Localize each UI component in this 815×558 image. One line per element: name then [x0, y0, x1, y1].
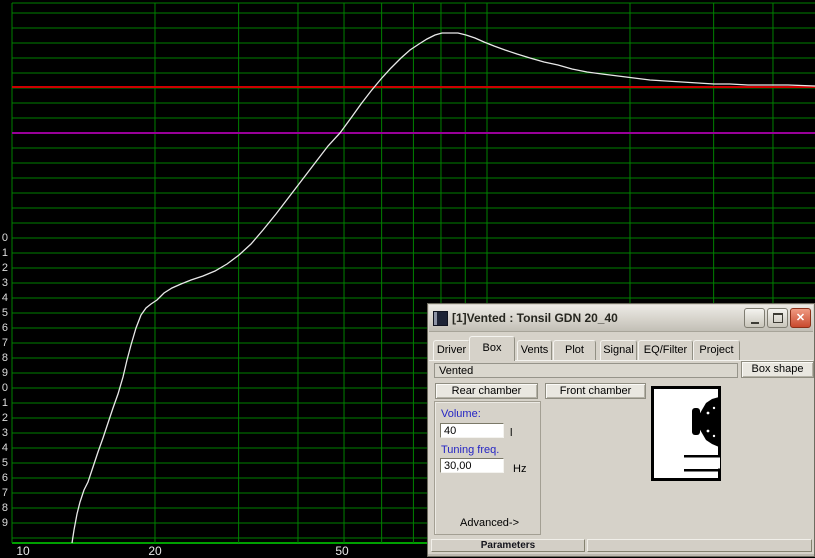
maximize-icon [772, 313, 783, 323]
y-tick-label-clipped: 1 [1, 247, 8, 259]
maximize-button[interactable] [767, 308, 788, 328]
y-tick-label-clipped: 5 [1, 457, 8, 469]
y-tick-label-clipped: 0 [1, 382, 8, 394]
y-tick-label-clipped: 4 [1, 442, 8, 454]
tuning-freq-unit: Hz [513, 463, 527, 475]
tab-driver[interactable]: Driver [433, 340, 470, 360]
x-tick-label-10: 10 [16, 544, 30, 558]
y-tick-label-clipped: 9 [1, 517, 8, 529]
close-icon: ✕ [795, 311, 806, 324]
tuning-freq-input[interactable]: 30,00 [440, 458, 504, 473]
y-tick-label-clipped: 7 [1, 487, 8, 499]
y-tick-label-clipped: 6 [1, 472, 8, 484]
rear-chamber-button[interactable]: Rear chamber [435, 383, 538, 399]
tab-project[interactable]: Project [693, 340, 740, 360]
tab-vents[interactable]: Vents [517, 340, 552, 360]
x-tick-label-50: 50 [335, 544, 349, 558]
volume-label: Volume: [441, 408, 481, 420]
y-tick-label-clipped: 5 [1, 307, 8, 319]
tuning-freq-label: Tuning freq. [441, 444, 500, 456]
volume-input[interactable]: 40 [440, 423, 504, 438]
volume-unit: l [510, 427, 513, 439]
y-tick-label-clipped: 8 [1, 502, 8, 514]
tab-plot[interactable]: Plot [553, 340, 596, 360]
dialog-bottom-edge [428, 554, 814, 556]
dialog-tabbar: Driver Box Vents Plot Signal EQ/Filter P… [429, 335, 813, 361]
y-tick-label-clipped: 4 [1, 292, 8, 304]
y-tick-label-clipped: 2 [1, 262, 8, 274]
dialog-title: [1]Vented : Tonsil GDN 20_40 [452, 311, 618, 325]
vented-box-dialog-window: [1]Vented : Tonsil GDN 20_40 ✕ Driver Bo… [427, 303, 815, 557]
y-tick-label-clipped: 7 [1, 337, 8, 349]
status-panel-secondary [587, 539, 812, 552]
x-tick-label-20: 20 [148, 544, 162, 558]
minimize-icon [750, 321, 759, 324]
tab-eq-filter[interactable]: EQ/Filter [638, 340, 693, 360]
y-tick-label-clipped: 1 [1, 397, 8, 409]
advanced-link[interactable]: Advanced-> [460, 517, 519, 529]
y-tick-label-clipped: 2 [1, 412, 8, 424]
box-type-field: Vented [434, 363, 738, 378]
front-chamber-button[interactable]: Front chamber [545, 383, 646, 399]
y-tick-label-clipped: 8 [1, 352, 8, 364]
dialog-statusbar: Parameters [429, 539, 813, 553]
tab-signal[interactable]: Signal [600, 340, 637, 360]
minimize-button[interactable] [744, 308, 765, 328]
tab-box[interactable]: Box [469, 336, 515, 361]
box-tab-content: Vented Box shape Rear chamber Front cham… [429, 360, 814, 536]
y-tick-label-clipped: 3 [1, 277, 8, 289]
window-icon [433, 310, 448, 326]
box-shape-diagram [651, 386, 721, 481]
close-button[interactable]: ✕ [790, 308, 811, 328]
dialog-titlebar[interactable]: [1]Vented : Tonsil GDN 20_40 ✕ [429, 305, 813, 332]
y-tick-label-clipped: 3 [1, 427, 8, 439]
box-shape-button[interactable]: Box shape [741, 361, 814, 378]
y-tick-label-clipped: 9 [1, 367, 8, 379]
y-tick-label-clipped: 6 [1, 322, 8, 334]
y-tick-label-clipped: 0 [1, 232, 8, 244]
status-panel-parameters[interactable]: Parameters [431, 539, 585, 552]
